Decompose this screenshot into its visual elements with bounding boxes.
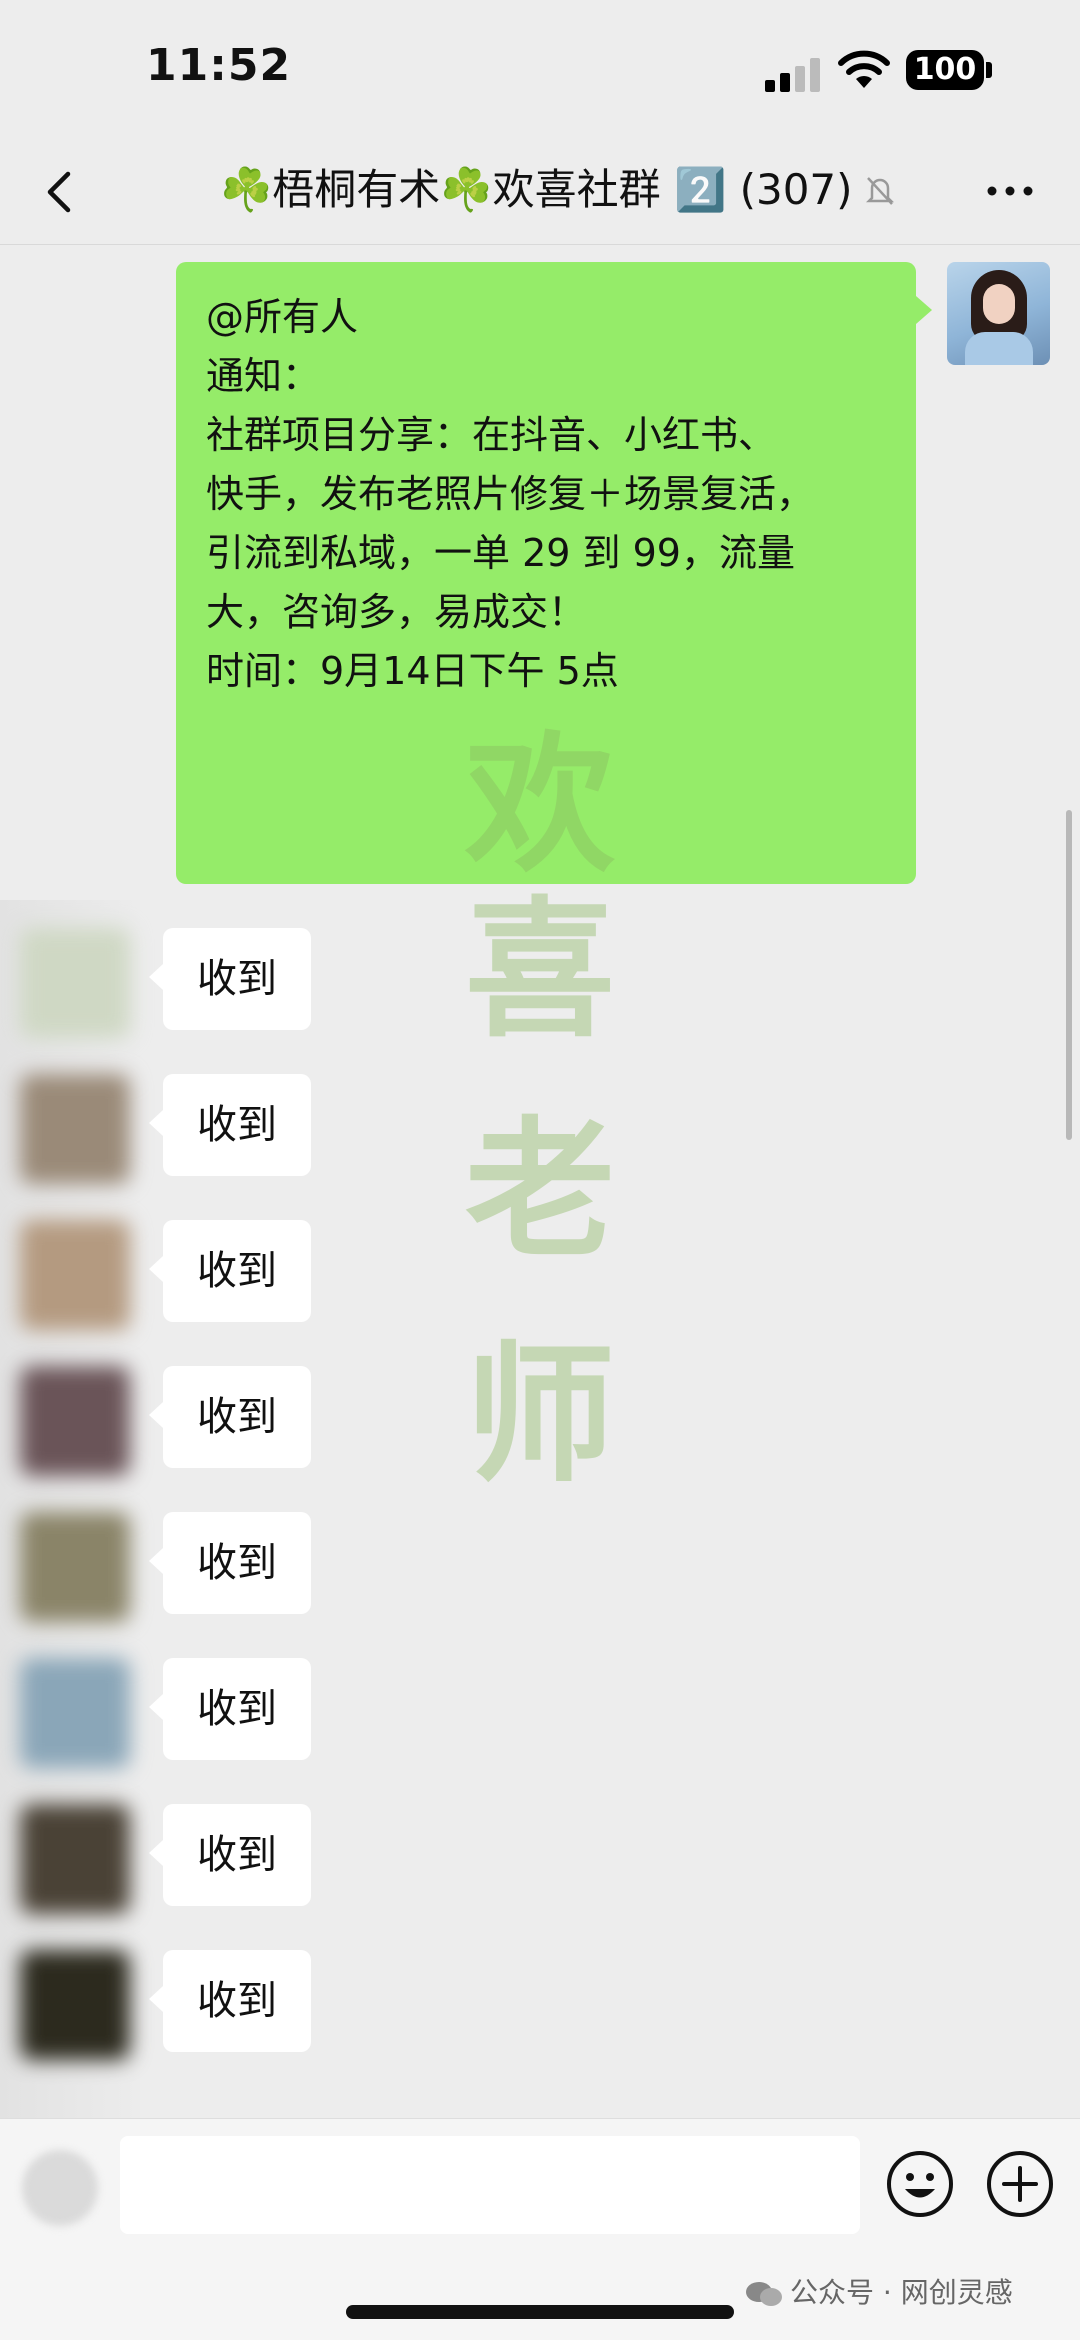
reply-bubble[interactable]: 收到 (149, 1658, 311, 1760)
member-avatar[interactable] (20, 1950, 130, 2060)
chat-title: ☘️梧桐有术☘️欢喜社群 2️⃣ (307) (220, 165, 853, 214)
reply-bubble[interactable]: 收到 (149, 1220, 311, 1322)
message-line: 快手，发布老照片修复＋场景复活， (206, 472, 815, 516)
chat-header: ☘️梧桐有术☘️欢喜社群 2️⃣ (307) (0, 140, 1080, 245)
voice-toggle-button[interactable] (22, 2150, 98, 2226)
message-line: 通知： (206, 354, 321, 398)
message-line: @所有人 (206, 295, 359, 339)
reply-bubble[interactable]: 收到 (149, 1950, 311, 2052)
reply-bubble[interactable]: 收到 (149, 1512, 311, 1614)
source-credit: 公众号 · 网创灵感 (744, 2270, 1013, 2316)
wechat-logo-icon (746, 2282, 782, 2306)
member-avatar[interactable] (20, 1804, 130, 1914)
more-options-icon[interactable] (984, 176, 1036, 206)
member-avatar[interactable] (20, 1366, 130, 1476)
watermark-char: 师 (464, 1327, 615, 1503)
reply-bubble[interactable]: 收到 (149, 1804, 311, 1906)
wifi-icon (838, 50, 890, 88)
reply-bubble[interactable]: 收到 (149, 1366, 311, 1468)
member-avatar[interactable] (20, 1220, 130, 1330)
message-line: 社群项目分享：在抖音、小红书、 (206, 413, 777, 457)
battery-indicator: 100 (906, 50, 984, 90)
cellular-signal-icon (765, 58, 820, 92)
emoji-icon[interactable] (884, 2148, 956, 2220)
chat-scrollbar[interactable] (1066, 810, 1072, 1140)
muted-bell-icon (865, 177, 895, 205)
member-avatar[interactable] (20, 928, 130, 1038)
home-indicator[interactable] (346, 2305, 734, 2319)
reply-bubble[interactable]: 收到 (149, 928, 311, 1030)
watermark-char: 老 (464, 1102, 615, 1278)
member-avatar[interactable] (20, 1074, 130, 1184)
message-line: 时间：9月14日下午 5点 (206, 649, 619, 693)
message-line: 引流到私域，一单 29 到 99，流量 (206, 531, 795, 575)
message-line: 大，咨询多，易成交！ (206, 590, 587, 634)
member-avatar[interactable] (20, 1658, 130, 1768)
status-time: 11:52 (146, 40, 292, 91)
status-bar: 11:52 100 (0, 0, 1080, 140)
reply-bubble[interactable]: 收到 (149, 1074, 311, 1176)
watermark-char: 喜 (464, 882, 615, 1058)
member-avatar[interactable] (20, 1512, 130, 1622)
watermark-char: 欢 (464, 717, 615, 893)
back-chevron-icon[interactable] (36, 166, 88, 218)
source-credit-text: 公众号 · 网创灵感 (790, 2276, 1013, 2309)
battery-tip (986, 62, 992, 78)
self-avatar[interactable] (947, 262, 1050, 365)
add-more-icon[interactable] (984, 2148, 1056, 2220)
message-input[interactable] (120, 2136, 860, 2234)
